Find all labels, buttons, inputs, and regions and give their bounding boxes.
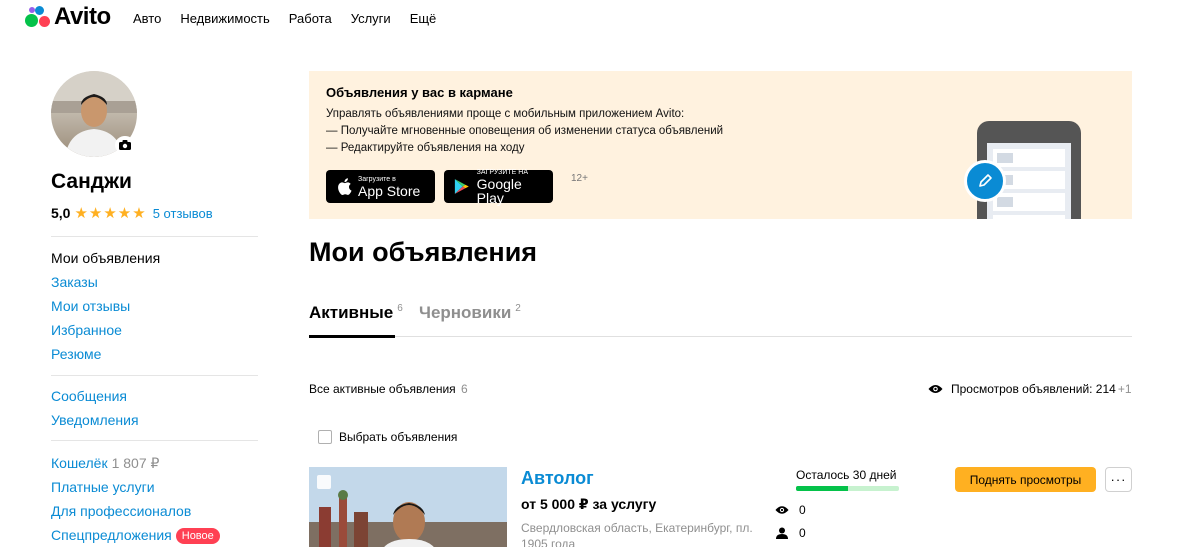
- sidebar-item-my-reviews[interactable]: Мои отзывы: [51, 298, 130, 314]
- reviews-link[interactable]: 5 отзывов: [153, 206, 213, 221]
- nav-item-auto[interactable]: Авто: [133, 11, 161, 26]
- all-ads-count: 6: [461, 382, 468, 396]
- banner-line: — Редактируйте объявления на ходу: [326, 142, 525, 154]
- logo-dots-icon: [25, 5, 51, 29]
- sidebar-item-paid-services[interactable]: Платные услуги: [51, 479, 155, 495]
- app-promo-banner: Объявления у вас в кармане Управлять объ…: [309, 71, 1132, 219]
- views-count: 0: [799, 503, 806, 517]
- nav-item-jobs[interactable]: Работа: [289, 11, 332, 26]
- sidebar-item-for-pros[interactable]: Для профессионалов: [51, 503, 191, 519]
- sidebar-item-notifications[interactable]: Уведомления: [51, 412, 139, 428]
- all-ads-label: Все активные объявления: [309, 382, 456, 396]
- active-tab-indicator: [309, 335, 395, 338]
- select-all-checkbox[interactable]: [318, 430, 332, 444]
- views-plus: +1: [1117, 382, 1132, 396]
- select-ads-label: Выбрать объявления: [339, 430, 458, 444]
- listing-title[interactable]: Автолог: [521, 468, 594, 489]
- sidebar-item-special-offers[interactable]: Спецпредложения Новое: [51, 527, 220, 544]
- select-ads[interactable]: Выбрать объявления: [318, 430, 457, 444]
- banner-line: Управлять объявлениями проще с мобильным…: [326, 108, 685, 120]
- logo-text: Avito: [54, 3, 111, 30]
- user-name: Санджи: [51, 170, 132, 193]
- days-remaining: Осталось 30 дней: [796, 468, 897, 482]
- sidebar-item-label: Спецпредложения: [51, 527, 172, 543]
- nav-item-more[interactable]: Ещё: [410, 11, 437, 26]
- nav-item-realty[interactable]: Недвижимость: [180, 11, 269, 26]
- app-store-big: App Store: [358, 182, 421, 199]
- sidebar-item-orders[interactable]: Заказы: [51, 274, 98, 290]
- contacts-count: 0: [799, 526, 806, 540]
- sidebar-item-wallet[interactable]: Кошелёк 1 807 ₽: [51, 455, 159, 472]
- person-icon: [776, 527, 788, 539]
- tabs-divider: [309, 336, 1132, 337]
- banner-line: — Получайте мгновенные оповещения об изм…: [326, 125, 724, 137]
- google-play-button[interactable]: ЗАГРУЗИТЕ НА Google Play: [444, 169, 553, 206]
- sidebar-item-my-ads[interactable]: Мои объявления: [51, 250, 160, 266]
- tab-label: Черновики: [419, 303, 512, 322]
- age-rating: 12+: [571, 173, 588, 184]
- days-progress-bar: [796, 486, 899, 491]
- sidebar-item-messages[interactable]: Сообщения: [51, 388, 127, 404]
- pencil-icon: [964, 160, 1006, 202]
- sidebar-divider: [51, 375, 258, 376]
- days-progress-fill: [796, 486, 848, 491]
- rating-stars-icon: ★★★★★: [74, 205, 147, 222]
- listing-thumbnail[interactable]: [309, 467, 507, 547]
- listing-contacts: 0: [775, 526, 806, 540]
- sidebar-item-favorites[interactable]: Избранное: [51, 322, 122, 338]
- eye-icon: [928, 385, 943, 393]
- banner-title: Объявления у вас в кармане: [326, 85, 513, 100]
- more-options-button[interactable]: ···: [1105, 467, 1132, 492]
- camera-icon[interactable]: [115, 136, 135, 154]
- tab-drafts[interactable]: Черновики 2: [419, 303, 521, 323]
- tab-count: 6: [397, 303, 403, 315]
- wallet-balance: 1 807 ₽: [111, 455, 160, 471]
- app-store-button[interactable]: Загрузите в App Store: [326, 170, 435, 203]
- sidebar-divider: [51, 440, 258, 441]
- tab-label: Активные: [309, 303, 394, 322]
- listing-price: от 5 000 ₽ за услугу: [521, 496, 657, 512]
- avito-logo[interactable]: Avito: [25, 3, 111, 31]
- listing-address: Свердловская область, Екатеринбург, пл. …: [521, 521, 753, 547]
- nav-item-services[interactable]: Услуги: [351, 11, 391, 26]
- views-total: Просмотров объявлений: 214 +1: [928, 382, 1132, 396]
- rating-value: 5,0: [51, 205, 71, 221]
- sidebar-divider: [51, 236, 258, 237]
- apple-icon: [338, 178, 352, 196]
- sidebar-item-label: Кошелёк: [51, 455, 108, 471]
- page-title: Мои объявления: [309, 237, 538, 267]
- google-play-icon: [454, 179, 469, 194]
- listing-views: 0: [775, 503, 806, 517]
- top-nav: Авто Недвижимость Работа Услуги Ещё: [133, 11, 455, 26]
- rating-row: 5,0 ★★★★★ 5 отзывов: [51, 204, 213, 222]
- tab-count: 2: [515, 303, 521, 315]
- all-active-ads: Все активные объявления 6: [309, 382, 468, 396]
- views-total-label: Просмотров объявлений: 214: [951, 382, 1116, 396]
- new-badge: Новое: [175, 528, 220, 544]
- raise-views-button[interactable]: Поднять просмотры: [955, 467, 1096, 492]
- google-play-big: Google Play: [476, 175, 522, 206]
- tab-active[interactable]: Активные 6: [309, 303, 403, 323]
- sidebar-item-resume[interactable]: Резюме: [51, 346, 101, 362]
- eye-icon: [775, 506, 789, 514]
